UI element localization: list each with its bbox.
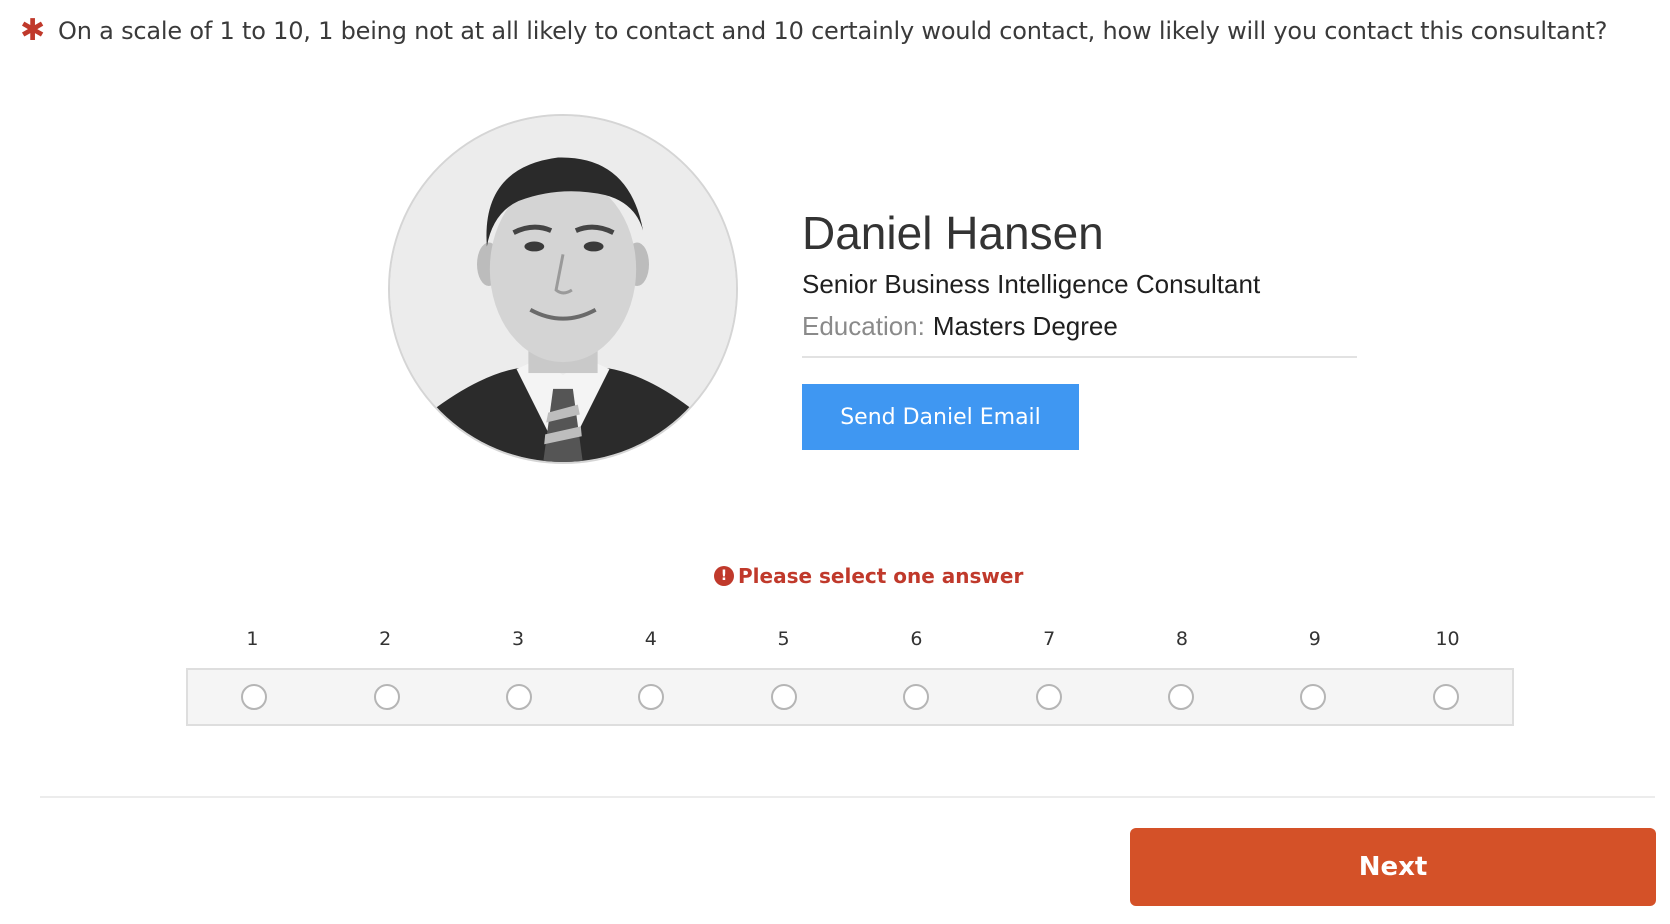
footer-divider bbox=[40, 796, 1655, 798]
education-row: Education: Masters Degree bbox=[802, 309, 1357, 343]
rating-radio-6[interactable] bbox=[903, 684, 930, 710]
rating-radio-1[interactable] bbox=[241, 684, 268, 710]
scale-label: 7 bbox=[1043, 628, 1056, 650]
rating-radio-10[interactable] bbox=[1432, 684, 1459, 710]
scale-cell bbox=[1247, 684, 1379, 710]
rating-radio-9[interactable] bbox=[1300, 684, 1327, 710]
scale-cell bbox=[453, 684, 585, 710]
rating-radio-5[interactable] bbox=[770, 684, 797, 710]
scale-label: 1 bbox=[246, 628, 259, 650]
required-asterisk-icon: ✱ bbox=[20, 13, 46, 48]
scale-cell bbox=[718, 684, 850, 710]
alert-icon: ! bbox=[714, 566, 734, 586]
consultant-photo bbox=[390, 116, 736, 462]
rating-radio-4[interactable] bbox=[638, 684, 665, 710]
rating-radio-3[interactable] bbox=[506, 684, 533, 710]
scale-label: 10 bbox=[1435, 628, 1460, 650]
consultant-name: Daniel Hansen bbox=[802, 207, 1104, 259]
rating-radio-8[interactable] bbox=[1168, 684, 1195, 710]
education-value: Masters Degree bbox=[932, 311, 1118, 341]
card-divider bbox=[802, 356, 1357, 358]
validation-text: Please select one answer bbox=[738, 564, 1024, 588]
rating-radio-2[interactable] bbox=[373, 684, 400, 710]
scale-cell bbox=[1380, 684, 1512, 710]
scale-label: 8 bbox=[1175, 628, 1189, 650]
consultant-info: Daniel Hansen Senior Business Intelligen… bbox=[802, 205, 1357, 343]
scale-label: 9 bbox=[1308, 628, 1321, 650]
scale-labels: 1 2 3 4 5 6 7 8 9 10 bbox=[186, 628, 1514, 658]
rating-scale bbox=[186, 668, 1514, 726]
scale-label: 2 bbox=[379, 628, 392, 650]
consultant-title: Senior Business Intelligence Consultant bbox=[802, 269, 1261, 299]
scale-cell bbox=[850, 684, 982, 710]
education-label: Education: bbox=[802, 311, 925, 341]
consultant-avatar bbox=[388, 114, 738, 464]
scale-cell bbox=[320, 684, 452, 710]
scale-label: 4 bbox=[644, 628, 657, 650]
scale-cell bbox=[188, 684, 320, 710]
validation-message: ! Please select one answer bbox=[714, 564, 1023, 588]
scale-label: 6 bbox=[910, 628, 923, 650]
scale-label: 5 bbox=[777, 628, 790, 650]
question-header: ✱ On a scale of 1 to 10, 1 being not at … bbox=[20, 14, 1660, 48]
send-email-button[interactable]: Send Daniel Email bbox=[802, 384, 1079, 450]
next-button[interactable]: Next bbox=[1130, 828, 1656, 906]
rating-radio-7[interactable] bbox=[1035, 684, 1062, 710]
scale-cell bbox=[1115, 684, 1247, 710]
question-text: On a scale of 1 to 10, 1 being not at al… bbox=[58, 17, 1608, 45]
scale-cell bbox=[585, 684, 717, 710]
scale-cell bbox=[982, 684, 1114, 710]
scale-label: 3 bbox=[511, 628, 525, 650]
survey-page: ✱ On a scale of 1 to 10, 1 being not at … bbox=[0, 0, 1670, 924]
